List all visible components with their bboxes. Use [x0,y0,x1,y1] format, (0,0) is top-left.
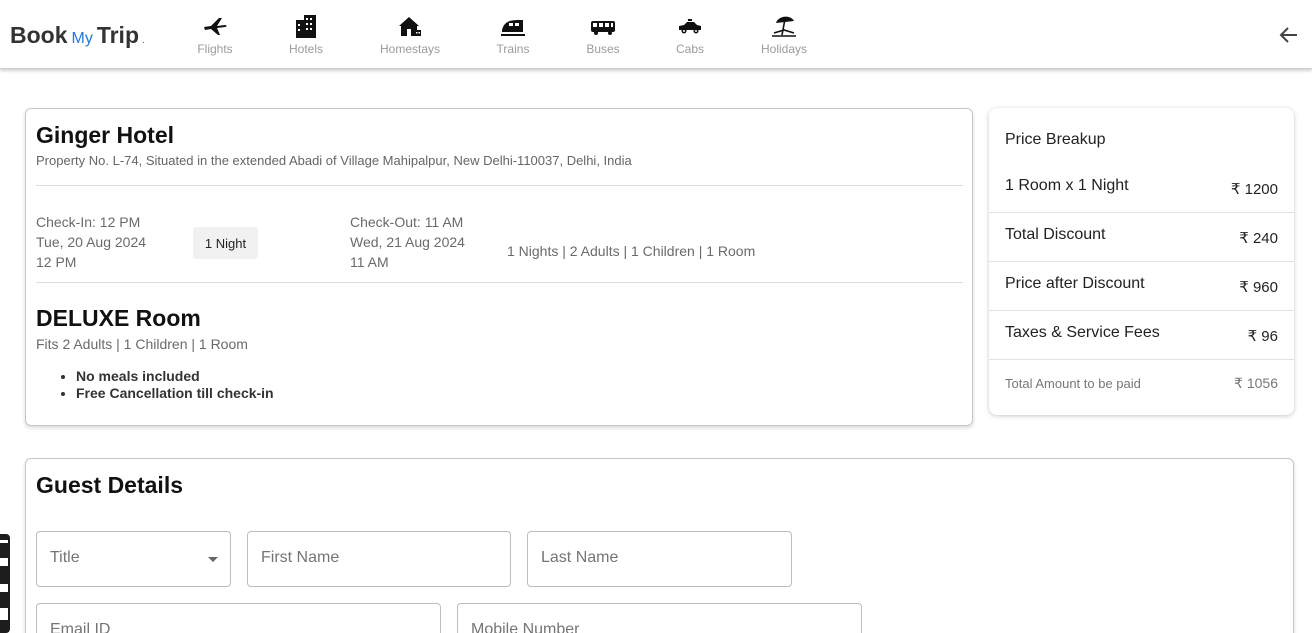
total-amount-value: ₹ 1056 [1234,375,1278,391]
price-label: Total Discount [1005,226,1106,243]
total-amount-label: Total Amount to be paid [1005,376,1141,391]
plane-icon [204,18,227,35]
price-row: 1 Room x 1 Night ₹ 1200 [989,164,1294,213]
price-value: ₹ 96 [1247,328,1278,345]
check-in-time: 12 PM [36,254,77,270]
price-value: ₹ 960 [1239,279,1278,296]
nav-label: Buses [586,42,620,56]
check-in-block: Check-In: 12 PM Tue, 20 Aug 2024 12 PM [36,212,146,272]
divider [36,282,963,283]
price-row: Taxes & Service Fees ₹ 96 [989,311,1294,360]
nav-flights[interactable]: Flights [175,13,255,56]
nights-badge: 1 Night [193,227,258,259]
logo-dot: . [142,35,145,46]
check-out-time: 11 AM [350,254,389,270]
nav-cabs[interactable]: Cabs [650,13,730,56]
guest-details-card: Guest Details Title First Name Last Name… [25,458,1294,633]
price-value: ₹ 1200 [1230,181,1278,198]
price-label: 1 Room x 1 Night [1005,177,1129,194]
house-icon [399,17,421,36]
guest-details-title: Guest Details [36,472,183,498]
nav-homestays[interactable]: Homestays [370,13,450,56]
first-name-placeholder: First Name [261,549,340,566]
mobile-field[interactable]: Mobile Number [457,603,862,633]
nav-label: Cabs [675,42,704,56]
nav-buses[interactable]: Buses [563,13,643,56]
floating-toolbar[interactable] [0,534,10,633]
video-icon[interactable] [0,584,8,592]
nav-hotels[interactable]: Hotels [266,13,346,56]
top-header: Book My Trip . Flights Hotels Homestays … [0,0,1312,69]
price-row: Price after Discount ₹ 960 [989,262,1294,311]
mobile-placeholder: Mobile Number [471,621,580,633]
perk-item: No meals included [76,368,274,385]
hotel-name: Ginger Hotel [36,122,175,148]
logo-trip: Trip [96,22,139,48]
total-amount-row: Total Amount to be paid ₹ 1056 [989,362,1294,402]
price-breakup-card: Price Breakup 1 Room x 1 Night ₹ 1200 To… [989,108,1294,415]
nav-holidays[interactable]: Holidays [744,13,824,56]
check-in-label: Check-In: 12 PM [36,214,141,230]
train-icon [501,20,525,36]
arrow-left-icon[interactable] [1278,24,1300,46]
email-placeholder: Email ID [50,621,111,633]
price-value: ₹ 240 [1239,230,1278,247]
nav-label: Hotels [288,42,323,56]
beach-umbrella-icon [772,16,796,37]
check-out-block: Check-Out: 11 AM Wed, 21 Aug 2024 11 AM [350,212,465,272]
hotel-address: Property No. L-74, Situated in the exten… [36,153,632,168]
price-row: Total Discount ₹ 240 [989,213,1294,262]
first-name-field[interactable]: First Name [247,531,511,587]
title-select-placeholder: Title [50,549,80,566]
nav-trains[interactable]: Trains [473,13,553,56]
title-select[interactable]: Title [36,531,231,587]
clipboard-icon[interactable] [0,608,8,620]
stay-summary: 1 Nights | 2 Adults | 1 Children | 1 Roo… [507,243,756,259]
divider [36,185,963,186]
logo-book: Book [10,22,68,48]
room-perks-list: No meals included Free Cancellation till… [76,368,274,402]
check-out-date: Wed, 21 Aug 2024 [350,234,465,250]
price-label: Price after Discount [1005,275,1145,292]
hotel-summary-card: Ginger Hotel Property No. L-74, Situated… [25,108,973,426]
building-icon [296,15,316,38]
bus-icon [591,21,615,35]
camera-icon[interactable] [0,558,8,566]
logo-my: My [71,30,93,47]
nav-label: Flights [197,42,233,56]
last-name-placeholder: Last Name [541,549,619,566]
nav-label: Trains [496,42,530,56]
logo[interactable]: Book My Trip . [10,22,145,50]
nav-label: Holidays [760,42,808,56]
room-name: DELUXE Room [36,305,201,331]
nav-label: Homestays [379,42,441,56]
email-field[interactable]: Email ID [36,603,441,633]
caret-down-icon [208,557,218,562]
price-breakup-title: Price Breakup [1005,131,1106,148]
check-out-label: Check-Out: 11 AM [350,214,464,230]
last-name-field[interactable]: Last Name [527,531,792,587]
check-in-date: Tue, 20 Aug 2024 [36,234,147,250]
room-occupancy: Fits 2 Adults | 1 Children | 1 Room [36,336,248,352]
price-label: Taxes & Service Fees [1005,324,1160,341]
perk-item: Free Cancellation till check-in [76,385,274,402]
more-icon[interactable] [0,540,8,543]
car-icon [679,19,701,34]
